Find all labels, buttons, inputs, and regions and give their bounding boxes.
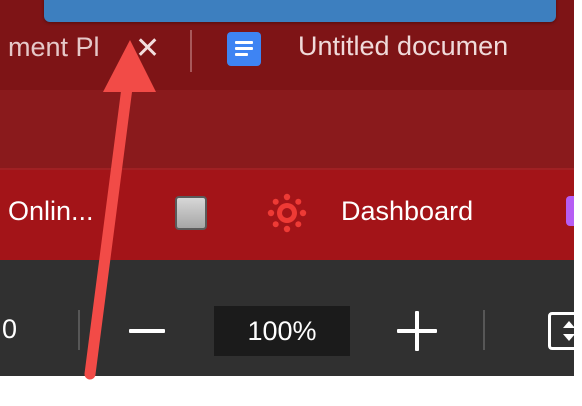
page-number-value: 0 [2,314,18,344]
window-edge [574,0,582,406]
browser-toolbar [0,90,582,170]
toolbar-divider [483,310,485,350]
tab-title-untitled-document[interactable]: Untitled documen [298,31,508,62]
canvas-logo-icon [267,193,307,233]
tab-title-assignment[interactable]: ment Pl [8,32,100,63]
bookmark-dashboard[interactable]: Dashboard [341,196,473,227]
document-page-area [0,376,582,406]
gray-square-icon[interactable] [175,196,207,230]
tab-hover-tooltip [44,0,556,22]
tab-separator [190,30,192,72]
plus-icon[interactable] [397,311,437,351]
google-docs-icon [227,32,261,66]
minus-icon[interactable] [129,329,165,333]
zoom-level-value[interactable]: 100% [214,306,350,356]
bookmark-online[interactable]: Onlin... [8,196,94,227]
screenshot: ment Pl ✕ Untitled documen Onlin... Dash… [0,0,582,406]
toolbar-divider [78,310,80,350]
tab-close-button[interactable]: ✕ [135,34,160,64]
